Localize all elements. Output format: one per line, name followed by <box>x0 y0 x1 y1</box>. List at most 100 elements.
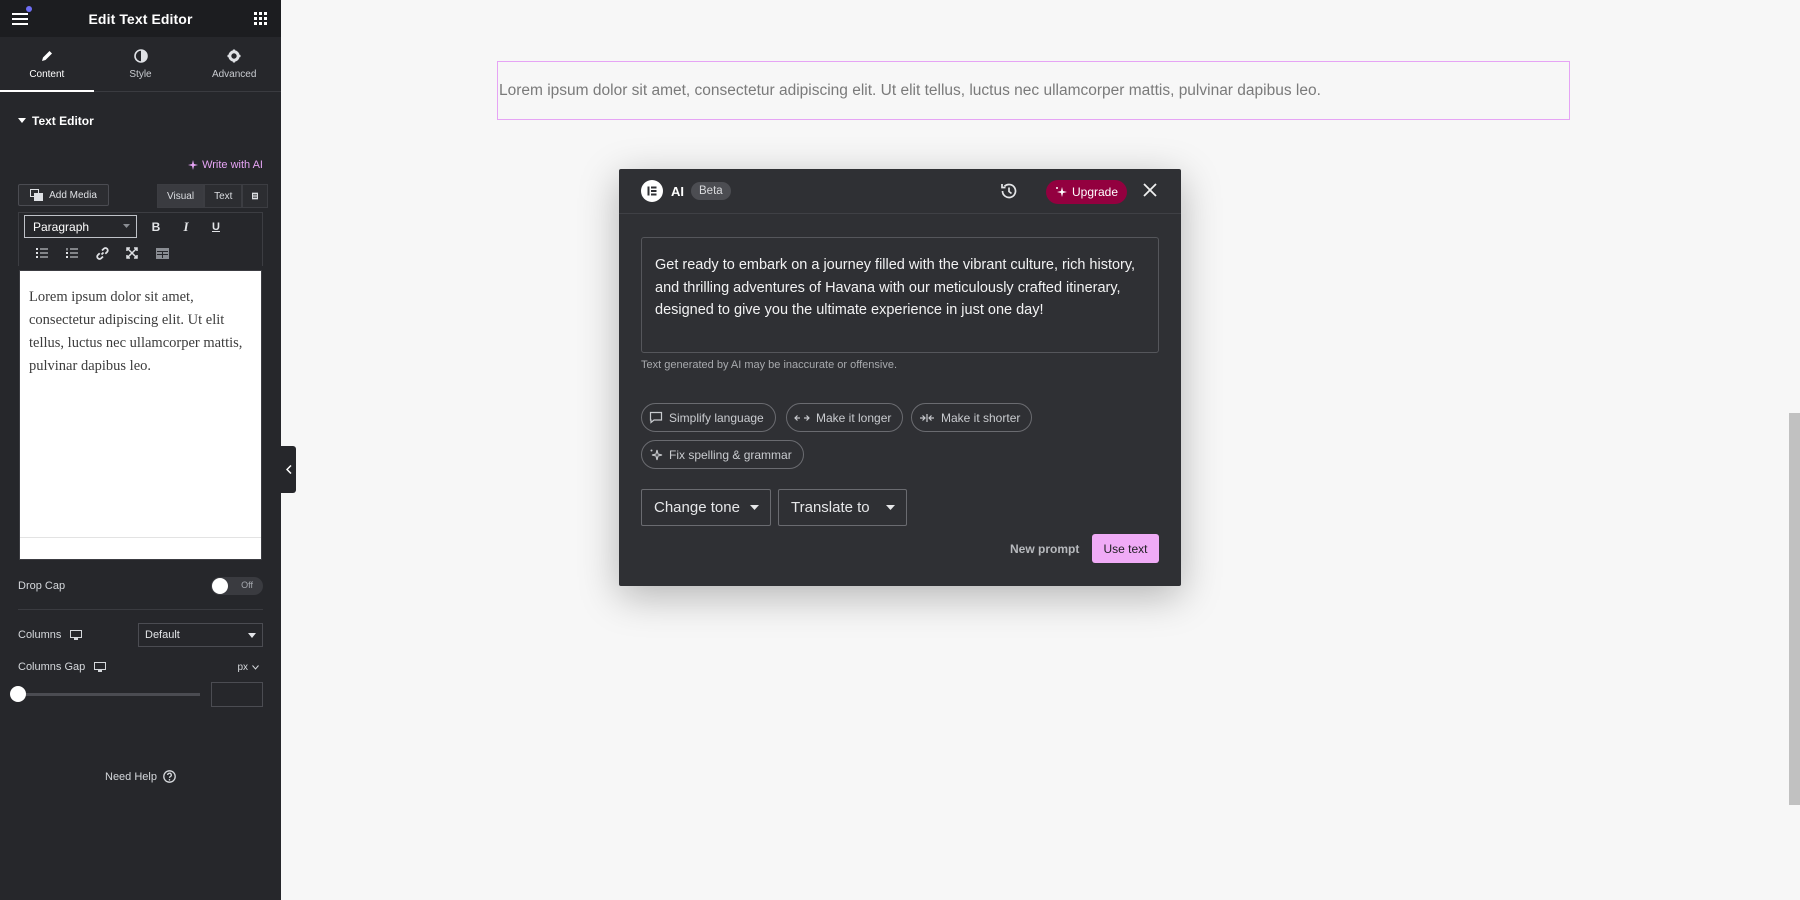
desktop-icon <box>94 662 107 672</box>
need-help-link[interactable]: Need Help <box>0 770 281 783</box>
use-text-label: Use text <box>1103 541 1148 556</box>
fix-spelling-grammar-label: Fix spelling & grammar <box>669 447 792 462</box>
add-media-button[interactable]: Add Media <box>18 184 109 206</box>
format-select-value: Paragraph <box>33 219 90 234</box>
use-text-button[interactable]: Use text <box>1092 534 1159 563</box>
columns-label-group: Columns <box>18 629 83 641</box>
simplify-language-chip[interactable]: Simplify language <box>641 403 776 432</box>
bullet-list-button[interactable] <box>27 241 57 265</box>
upgrade-label: Upgrade <box>1072 185 1119 199</box>
translate-to-label: Translate to <box>791 499 870 516</box>
fullscreen-icon <box>126 247 138 259</box>
ai-dialog-header: AI Beta Upgrade <box>619 169 1181 214</box>
columns-gap-slider-handle[interactable] <box>10 686 26 702</box>
columns-gap-input[interactable] <box>211 682 263 707</box>
hamburger-icon <box>12 12 28 25</box>
kitchen-sink-icon <box>252 192 259 200</box>
ai-generated-text[interactable]: Get ready to embark on a journey filled … <box>641 237 1159 353</box>
panel-title: Edit Text Editor <box>88 10 193 27</box>
columns-select-value: Default <box>145 629 180 641</box>
bullet-list-icon <box>36 248 48 258</box>
drop-cap-label: Drop Cap <box>18 580 66 592</box>
sparkle-icon <box>188 159 199 170</box>
beta-badge: Beta <box>691 182 731 200</box>
italic-label: I <box>183 218 189 234</box>
hamburger-menu-button[interactable] <box>11 5 32 28</box>
columns-control: Columns Default <box>18 623 263 647</box>
table-icon <box>155 247 169 259</box>
chevron-down-icon <box>886 505 895 510</box>
chevron-down-icon <box>123 224 130 228</box>
make-it-shorter-chip[interactable]: Make it shorter <box>911 403 1033 432</box>
expand-arrows-icon <box>794 414 810 421</box>
make-it-shorter-label: Make it shorter <box>941 410 1021 425</box>
translate-to-select[interactable]: Translate to <box>778 489 907 526</box>
collapse-panel-button[interactable] <box>281 446 296 493</box>
mode-visual-label: Visual <box>167 190 195 202</box>
history-icon <box>1001 183 1017 199</box>
page-scrollbar-thumb[interactable] <box>1789 413 1800 805</box>
numbered-list-button[interactable] <box>57 241 87 265</box>
fix-spelling-grammar-chip[interactable]: Fix spelling & grammar <box>641 440 804 469</box>
mode-text-tab[interactable]: Text <box>204 184 243 208</box>
upgrade-button[interactable]: Upgrade <box>1046 180 1128 204</box>
close-icon <box>1143 183 1157 197</box>
text-editor-area[interactable]: Lorem ipsum dolor sit amet, consectetur … <box>19 270 262 560</box>
tab-content-label: Content <box>29 68 65 80</box>
editor-content[interactable]: Lorem ipsum dolor sit amet, consectetur … <box>20 271 261 393</box>
panel-header: Edit Text Editor <box>0 0 281 37</box>
editor-mode-tabs: Visual Text <box>157 184 269 208</box>
bold-button[interactable]: B <box>141 215 171 239</box>
preview-text-widget[interactable]: Lorem ipsum dolor sit amet, consectetur … <box>497 61 1570 120</box>
elementor-logo-icon <box>641 180 663 202</box>
underline-button[interactable]: U <box>201 215 231 239</box>
columns-gap-slider-track[interactable] <box>18 693 200 696</box>
underline-label: U <box>212 220 220 233</box>
section-title: Text Editor <box>32 114 94 128</box>
chevron-down-icon <box>252 664 259 670</box>
chevron-down-icon <box>750 505 759 510</box>
editor-resize-handle[interactable] <box>20 537 261 559</box>
ai-dialog: AI Beta Upgrade Get ready to embark on a… <box>619 169 1181 586</box>
mode-visual-tab[interactable]: Visual <box>157 184 205 208</box>
insert-table-button[interactable] <box>147 241 177 265</box>
help-circle-icon <box>163 770 176 783</box>
ai-disclaimer: Text generated by AI may be inaccurate o… <box>641 359 898 371</box>
drop-cap-state: Off <box>241 580 253 590</box>
numbered-list-icon <box>66 248 78 258</box>
toolbar-toggle-button[interactable] <box>242 184 269 208</box>
format-toolbar-row-2 <box>18 240 263 266</box>
tab-advanced[interactable]: Advanced <box>187 37 281 91</box>
make-it-longer-chip[interactable]: Make it longer <box>786 403 904 432</box>
tab-advanced-label: Advanced <box>211 68 257 80</box>
change-tone-select[interactable]: Change tone <box>641 489 771 526</box>
shrink-arrows-icon <box>920 413 934 422</box>
columns-gap-label: Columns Gap <box>18 661 86 673</box>
drop-cap-toggle[interactable]: Off <box>211 577 263 595</box>
format-select[interactable]: Paragraph <box>24 215 137 238</box>
tab-style[interactable]: Style <box>94 37 188 91</box>
fullscreen-button[interactable] <box>117 241 147 265</box>
widgets-grid-button[interactable] <box>252 10 270 28</box>
new-prompt-button[interactable]: New prompt <box>1010 542 1079 556</box>
columns-select[interactable]: Default <box>138 623 263 647</box>
columns-label: Columns <box>18 629 62 641</box>
history-button[interactable] <box>999 181 1019 201</box>
gear-icon <box>227 49 241 62</box>
insert-link-button[interactable] <box>87 241 117 265</box>
unit-select[interactable]: px <box>237 662 259 673</box>
format-toolbar-row: Paragraph B I U <box>18 212 263 240</box>
chevron-down-icon <box>248 632 256 638</box>
italic-button[interactable]: I <box>171 215 201 239</box>
tab-content[interactable]: Content <box>0 37 94 92</box>
pencil-icon <box>41 50 52 61</box>
change-tone-label: Change tone <box>654 499 740 516</box>
section-toggle-text-editor[interactable]: Text Editor <box>0 110 281 132</box>
tab-style-label: Style <box>129 68 152 80</box>
close-dialog-button[interactable] <box>1142 182 1158 198</box>
notification-dot <box>26 5 32 12</box>
write-with-ai-button[interactable]: Write with AI <box>187 159 263 171</box>
ai-dialog-title: AI <box>671 183 684 199</box>
preview-text: Lorem ipsum dolor sit amet, consectetur … <box>499 81 1321 99</box>
grid-icon <box>254 12 268 25</box>
